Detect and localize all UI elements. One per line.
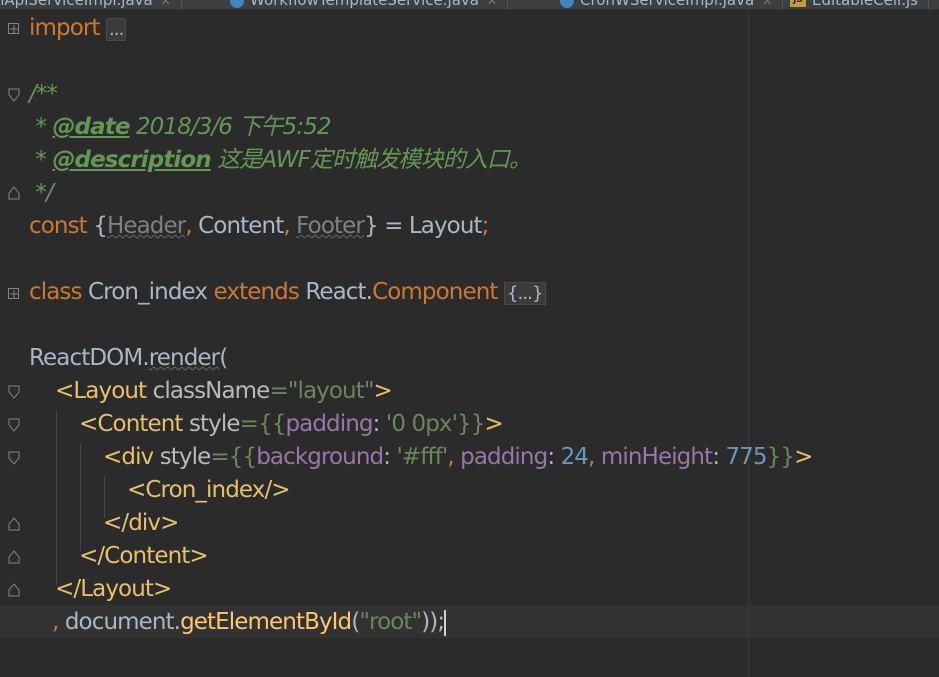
text-cursor [444,609,447,636]
editor-tab[interactable]: JS EditableCell.js [790,0,929,9]
editor-gutter: + + [0,0,26,677]
editor-tab-bar: BpmApiServiceImpl.java✕ WorkflowTemplate… [0,0,939,10]
fold-expand-icon[interactable]: + [8,23,19,35]
fold-collapse-icon[interactable] [8,451,20,465]
folded-class-body[interactable]: {...} [503,282,546,305]
code-line-comment-date[interactable]: * @date 2018/3/6 下午5:52 [29,111,331,144]
editor-tab[interactable]: CronWServiceImpl.java ✕ [560,0,784,9]
editor-tab[interactable]: BpmApiServiceImpl.java✕ [0,0,182,9]
code-line-get-element[interactable]: , document.getElementById("root")); [52,606,447,639]
fold-collapse-icon[interactable] [8,418,20,432]
code-line-comment-close[interactable]: */ [29,177,53,210]
java-class-icon [560,0,574,8]
code-line-div-close[interactable]: </div> [103,507,179,540]
folded-imports[interactable]: ... [105,18,127,41]
fold-end-icon[interactable] [8,583,20,597]
code-line-layout-close[interactable]: </Layout> [55,573,172,606]
code-line-class[interactable]: class Cron_index extends React.Component… [29,276,546,309]
indent-guide [56,410,57,585]
fold-collapse-icon[interactable] [8,88,20,102]
fold-expand-icon[interactable]: + [8,288,19,300]
code-line-layout-open[interactable]: <Layout className="layout"> [55,375,393,408]
code-line-comment-open[interactable]: /** [29,78,58,111]
fold-end-icon[interactable] [8,186,20,200]
code-line-import[interactable]: import ... [29,12,127,45]
code-line-cron-index[interactable]: <Cron_index/> [127,474,291,507]
close-tab-icon[interactable]: ✕ [487,0,497,8]
indent-guide [80,443,81,551]
code-line-render[interactable]: ReactDOM.render( [29,342,228,375]
close-tab-icon[interactable]: ✕ [161,0,171,8]
code-line-content-close[interactable]: </Content> [79,540,209,573]
js-file-icon: JS [790,0,806,7]
fold-end-icon[interactable] [8,550,20,564]
code-line-const[interactable]: const {Header, Content, Footer} = Layout… [29,210,489,243]
fold-collapse-icon[interactable] [8,385,20,399]
code-line-content-open[interactable]: <Content style={{padding: '0 0px'}}> [79,408,504,441]
code-line-comment-description[interactable]: * @description 这是AWF定时触发模块的入口。 [29,144,531,177]
close-tab-icon[interactable]: ✕ [762,0,772,8]
fold-end-icon[interactable] [8,517,20,531]
java-class-icon [230,0,244,8]
code-line-div-open[interactable]: <div style={{background: '#fff', padding… [103,441,813,474]
editor-tab[interactable]: WorkflowTemplateService.java ✕ [230,0,509,9]
right-margin-guide [748,10,749,677]
